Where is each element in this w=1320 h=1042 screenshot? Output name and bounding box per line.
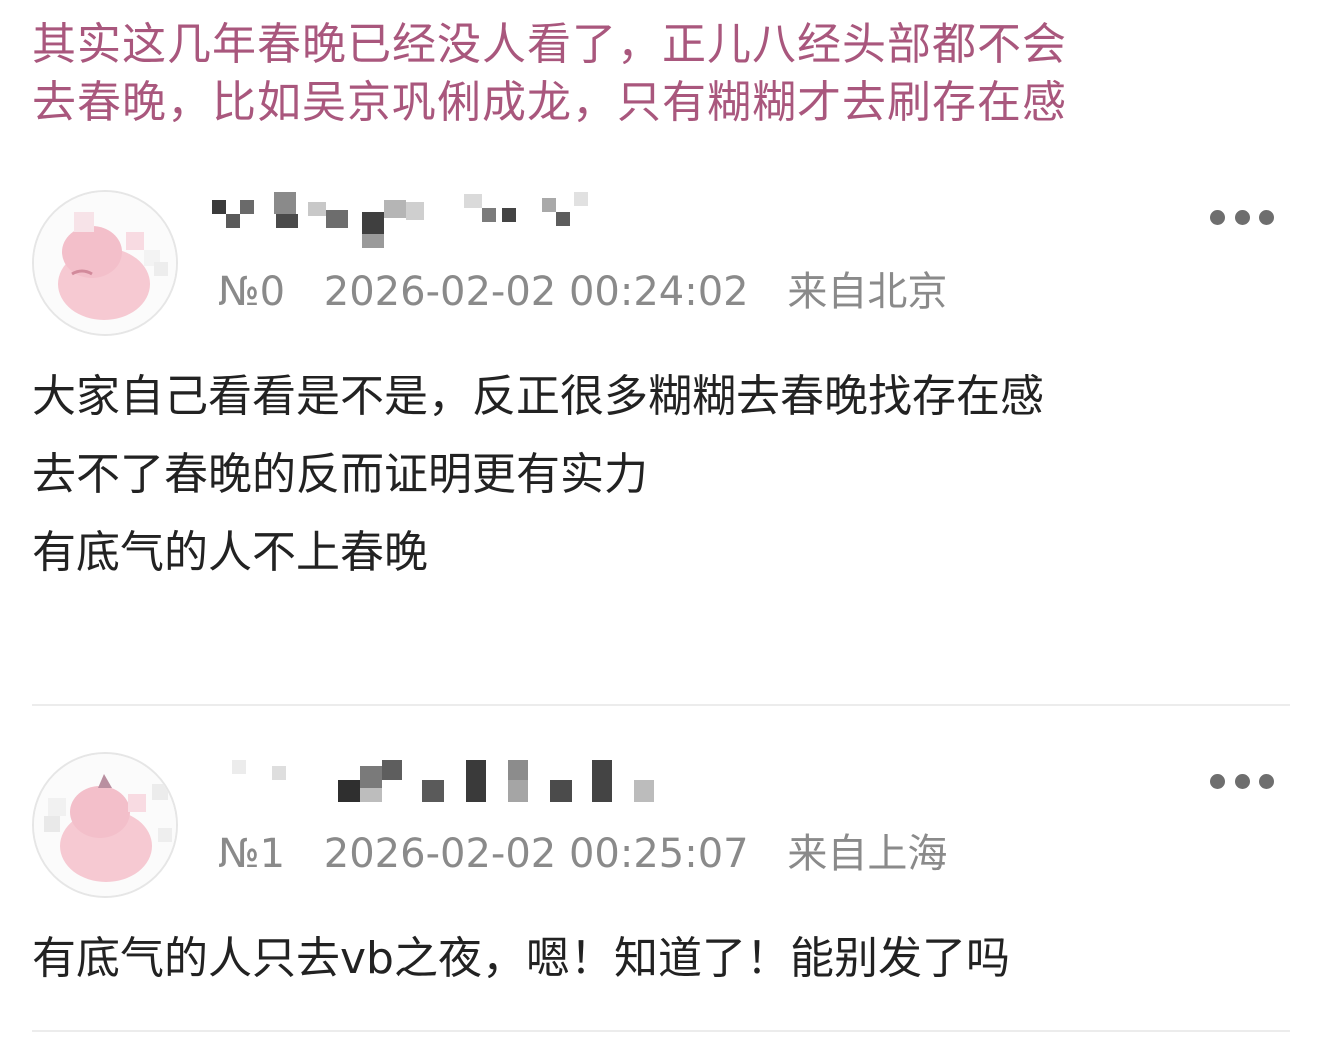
more-dot-icon	[1259, 209, 1274, 225]
avatar[interactable]	[32, 190, 178, 336]
post-headline: 其实这几年春晚已经没人看了，正儿八经头部都不会 去春晚，比如吴京巩俐成龙，只有糊…	[32, 16, 1288, 132]
avatar-image	[34, 754, 176, 896]
reply-meta: №1 2026-02-02 00:25:07 来自上海	[218, 830, 947, 878]
more-dot-icon	[1234, 773, 1250, 789]
headline-line: 去春晚，比如吴京巩俐成龙，只有糊糊才去刷存在感	[32, 77, 1067, 128]
reply-divider	[32, 1030, 1290, 1032]
floor-number: №0	[218, 269, 286, 315]
reply-body: 有底气的人只去vb之夜，嗯！知道了！能别发了吗	[32, 920, 1288, 998]
more-options-button[interactable]	[1210, 766, 1274, 796]
reply-body-line: 有底气的人只去vb之夜，嗯！知道了！能别发了吗	[32, 933, 1010, 984]
reply-meta: №0 2026-02-02 00:24:02 来自北京	[218, 268, 947, 316]
reply-body-line: 去不了春晚的反而证明更有实力	[32, 449, 648, 500]
avatar-image	[34, 192, 176, 334]
floor-number: №1	[218, 831, 286, 877]
reply-body: 大家自己看看是不是，反正很多糊糊去春晚找存在感 去不了春晚的反而证明更有实力 有…	[32, 358, 1288, 592]
reply-location: 来自北京	[787, 269, 948, 315]
username-blurred[interactable]	[212, 756, 654, 816]
reply-divider	[32, 704, 1290, 706]
avatar[interactable]	[32, 752, 178, 898]
blurred-username-image	[212, 192, 588, 248]
more-dot-icon	[1259, 773, 1274, 789]
headline-line: 其实这几年春晚已经没人看了，正儿八经头部都不会	[32, 19, 1067, 70]
username-blurred[interactable]	[212, 188, 632, 248]
more-dot-icon	[1234, 209, 1250, 225]
reply-body-line: 有底气的人不上春晚	[32, 527, 428, 578]
blurred-username-image	[232, 760, 654, 802]
reply-datetime: 2026-02-02 00:24:02	[323, 269, 749, 315]
more-dot-icon	[1210, 209, 1225, 225]
reply-datetime: 2026-02-02 00:25:07	[323, 831, 749, 877]
reply-body-line: 大家自己看看是不是，反正很多糊糊去春晚找存在感	[32, 371, 1044, 422]
more-dot-icon	[1210, 773, 1225, 789]
more-options-button[interactable]	[1210, 202, 1274, 232]
reply-location: 来自上海	[787, 831, 948, 877]
